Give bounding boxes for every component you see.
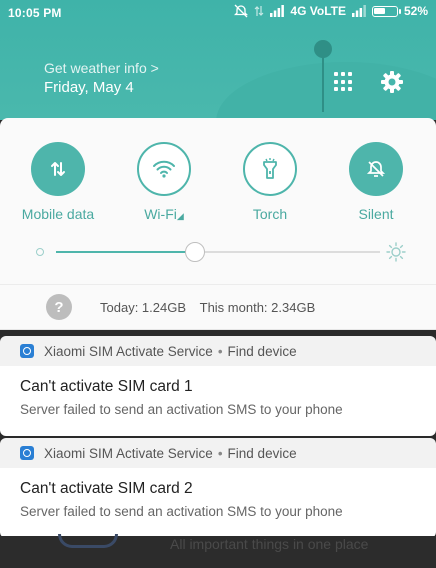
status-bar: 10:05 PM 4G VoLTE 52%	[0, 0, 436, 24]
background-app-text: All important things in one place	[170, 536, 369, 552]
status-time: 10:05 PM	[8, 6, 62, 20]
network-type: 4G VoLTE	[290, 4, 346, 18]
toggle-silent[interactable]: Silent	[326, 142, 426, 222]
toggle-silent-label: Silent	[358, 206, 394, 222]
battery-fill	[373, 7, 385, 14]
notification-action[interactable]: Find device	[228, 446, 297, 461]
signal-2-icon	[351, 5, 366, 17]
toggle-torch-label: Torch	[252, 206, 288, 222]
notification-app-name: Xiaomi SIM Activate Service	[44, 343, 213, 359]
notification-header: Xiaomi SIM Activate Service • Find devic…	[0, 438, 436, 468]
data-month: This month: 2.34GB	[199, 299, 316, 315]
brightness-low-icon	[36, 248, 44, 256]
notification-body: Can't activate SIM card 2 Server failed …	[0, 468, 436, 538]
signal-icon	[270, 5, 285, 17]
help-icon: ?	[46, 294, 72, 320]
brightness-thumb[interactable]	[185, 242, 206, 262]
toggle-torch[interactable]: Torch	[220, 142, 320, 222]
notification-text: Server failed to send an activation SMS …	[20, 402, 343, 417]
separator-dot: •	[217, 343, 223, 359]
battery-icon	[371, 5, 401, 17]
data-usage-text: Today: 1.24GB This month: 2.34GB	[100, 300, 315, 315]
separator-dot: •	[217, 445, 223, 461]
notification-title: Can't activate SIM card 2	[20, 480, 193, 497]
toggle-wifi[interactable]: Wi-Fi◢	[114, 142, 214, 222]
data-usage-row[interactable]: ? Today: 1.24GB This month: 2.34GB	[46, 294, 315, 320]
toggle-wifi-text: Wi-Fi	[144, 206, 177, 222]
weather-link[interactable]: Get weather info >	[44, 60, 159, 76]
brightness-high-icon	[386, 242, 406, 262]
app-grid-icon[interactable]	[334, 72, 354, 92]
notification-card[interactable]: Xiaomi SIM Activate Service • Find devic…	[0, 438, 436, 538]
silent-icon	[349, 142, 403, 196]
brightness-fill	[56, 251, 196, 253]
header-date[interactable]: Friday, May 4	[44, 79, 134, 96]
data-today: Today: 1.24GB	[100, 299, 186, 315]
notification-shade-header: 10:05 PM 4G VoLTE 52% Get weather info >…	[0, 0, 436, 120]
app-icon	[20, 344, 34, 358]
notification-card[interactable]: Xiaomi SIM Activate Service • Find devic…	[0, 336, 436, 436]
data-arrows-icon	[254, 4, 264, 18]
notification-text: Server failed to send an activation SMS …	[20, 504, 343, 519]
mobile-data-icon	[31, 142, 85, 196]
background-app: All important things in one place	[0, 534, 436, 568]
alarm-off-icon	[234, 4, 249, 18]
notification-app-name: Xiaomi SIM Activate Service	[44, 445, 213, 461]
status-icons: 4G VoLTE 52%	[234, 4, 428, 18]
wifi-icon	[137, 142, 191, 196]
panel-divider	[0, 284, 436, 285]
notification-header: Xiaomi SIM Activate Service • Find devic…	[0, 336, 436, 366]
notification-action[interactable]: Find device	[228, 344, 297, 359]
brightness-track[interactable]	[56, 242, 380, 262]
toggle-mobile-data[interactable]: Mobile data	[8, 142, 108, 222]
gear-icon[interactable]	[378, 68, 406, 96]
background-app-logo	[58, 534, 118, 548]
torch-icon	[243, 142, 297, 196]
battery-percent: 52%	[403, 4, 428, 18]
wifi-expand-icon: ◢	[176, 211, 184, 221]
quick-settings-panel: Mobile data Wi-Fi◢ Torch Silent ? Today:…	[0, 118, 436, 330]
toggle-wifi-label: Wi-Fi◢	[114, 206, 214, 222]
toggle-mobile-data-label: Mobile data	[21, 206, 95, 222]
brightness-slider[interactable]	[36, 242, 406, 262]
notification-title: Can't activate SIM card 1	[20, 378, 193, 395]
notification-body: Can't activate SIM card 1 Server failed …	[0, 366, 436, 436]
app-icon	[20, 446, 34, 460]
header-tree-trunk	[322, 52, 324, 112]
